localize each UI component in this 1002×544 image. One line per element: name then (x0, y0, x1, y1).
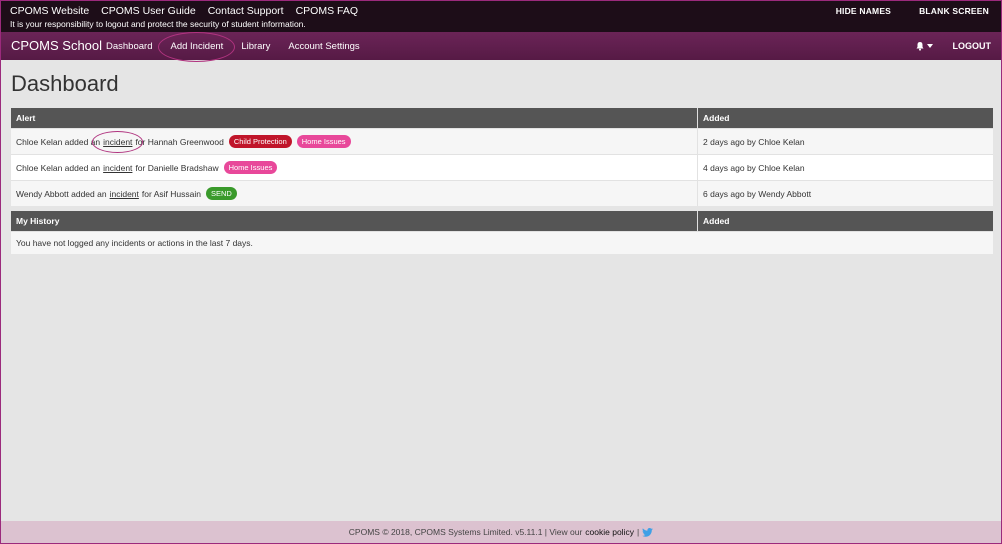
category-badge: Home Issues (296, 135, 351, 148)
added-column-header: Added (703, 113, 730, 123)
alert-cell: Wendy Abbott added an incident for Asif Hu… (11, 181, 698, 206)
history-column-header: My History (11, 211, 698, 231)
table-row: Chloe Kelan added an incident for Hannah G… (11, 128, 993, 154)
category-badge: SEND (205, 187, 237, 200)
alert-actor-text: Chloe Kelan added an (16, 162, 101, 173)
category-badge: Child Protection (228, 135, 292, 148)
alert-actor-text: Chloe Kelan added an (16, 136, 101, 147)
table-row: You have not logged any incidents or act… (11, 231, 993, 254)
page-title: Dashboard (11, 71, 119, 96)
footer-text: CPOMS © 2018, CPOMS Systems Limited. v5.… (348, 527, 583, 537)
bell-icon (916, 42, 923, 51)
cookie-policy-link[interactable]: cookie policy (585, 527, 634, 537)
nav-add-incident[interactable]: Add Incident (158, 31, 236, 62)
incident-link[interactable]: incident (110, 189, 139, 199)
alert-column-header: Alert (11, 108, 698, 128)
top-bar: CPOMS Website CPOMS User Guide Contact S… (1, 1, 1001, 32)
logout-button[interactable]: LOGOUT (953, 41, 992, 51)
contact-support-link[interactable]: Contact Support (208, 5, 284, 17)
history-empty-message: You have not logged any incidents or act… (16, 238, 253, 248)
hide-names-button[interactable]: HIDE NAMES (836, 6, 891, 16)
category-badge: Home Issues (223, 161, 278, 174)
added-cell: 6 days ago by Wendy Abbott (703, 188, 812, 199)
nav-account-settings[interactable]: Account Settings (279, 41, 368, 52)
alert-student-text: for Danielle Bradshaw (135, 162, 219, 173)
added-cell: 4 days ago by Chloe Kelan (703, 162, 805, 173)
alert-actor-text: Wendy Abbott added an (16, 188, 107, 199)
faq-link[interactable]: CPOMS FAQ (296, 5, 358, 17)
alert-student-text: for Asif Hussain (141, 188, 201, 199)
alert-student-text: for Hannah Greenwood (135, 136, 224, 147)
notifications-dropdown[interactable] (915, 41, 933, 51)
security-notice: It is your responsibility to logout and … (10, 19, 306, 29)
added-cell: 2 days ago by Chloe Kelan (703, 136, 805, 147)
top-links: CPOMS Website CPOMS User Guide Contact S… (10, 5, 358, 17)
user-guide-link[interactable]: CPOMS User Guide (101, 5, 196, 17)
blank-screen-button[interactable]: BLANK SCREEN (919, 6, 989, 16)
caret-down-icon (926, 44, 933, 48)
cpoms-website-link[interactable]: CPOMS Website (10, 5, 89, 17)
table-row: Wendy Abbott added an incident for Asif Hu… (11, 180, 993, 206)
nav-dashboard[interactable]: Dashboard (97, 41, 161, 52)
brand[interactable]: CPOMS School (11, 38, 102, 53)
alert-cell: Chloe Kelan added an incident for Hannah G… (11, 129, 698, 154)
incident-link[interactable]: incident (92, 130, 144, 153)
alerts-table: Alert Added Chloe Kelan added an incident… (11, 108, 993, 206)
incident-link[interactable]: incident (103, 163, 132, 173)
alert-cell: Chloe Kelan added an incident for Danielle… (11, 155, 698, 180)
nav-library[interactable]: Library (232, 41, 279, 52)
footer: CPOMS © 2018, CPOMS Systems Limited. v5.… (1, 521, 1001, 543)
history-added-header: Added (703, 216, 730, 226)
main-navbar: CPOMS School Dashboard Add Incident Libr… (1, 31, 1001, 62)
history-table: My History Added You have not logged any… (11, 211, 993, 254)
footer-separator: | (636, 527, 640, 537)
table-row: Chloe Kelan added an incident for Danielle… (11, 154, 993, 180)
twitter-icon[interactable] (642, 527, 654, 537)
